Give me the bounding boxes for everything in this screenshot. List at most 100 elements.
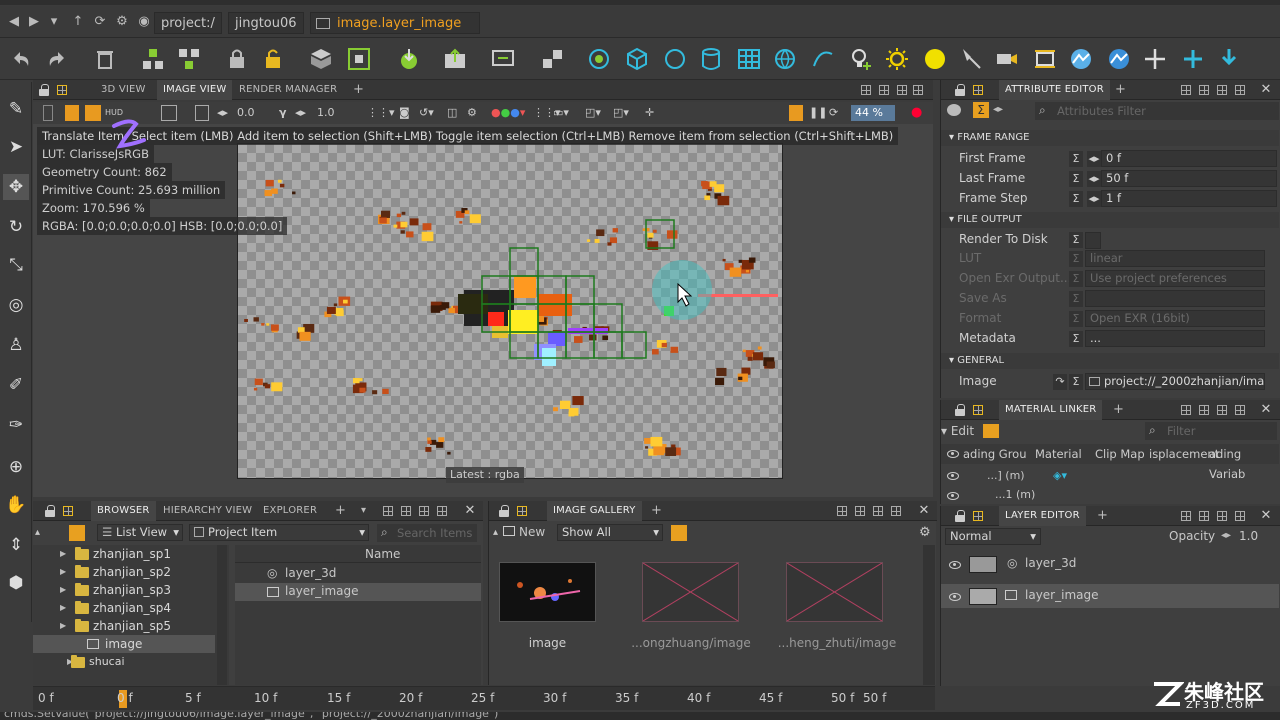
layer-row[interactable]: ◎ layer_3d bbox=[941, 552, 1279, 576]
undo-icon[interactable] bbox=[6, 44, 36, 74]
context-icon[interactable] bbox=[306, 44, 336, 74]
sigma-icon[interactable]: Σ bbox=[1069, 171, 1083, 187]
expand-icon[interactable]: ▶ bbox=[60, 563, 66, 581]
back-icon[interactable]: ◀ bbox=[6, 14, 22, 30]
layout-icon[interactable] bbox=[1217, 405, 1227, 415]
tab-image-view[interactable]: IMAGE VIEW bbox=[157, 80, 233, 100]
tree-item[interactable]: ▶ zhanjian_sp1 bbox=[60, 545, 171, 563]
spot-light-icon[interactable] bbox=[956, 44, 986, 74]
add-tab-button[interactable]: + bbox=[329, 501, 352, 521]
lock-icon[interactable] bbox=[499, 505, 509, 517]
refresh-icon[interactable]: ⟳ bbox=[92, 14, 108, 30]
panel-menu-icon[interactable] bbox=[973, 511, 983, 521]
isolate-icon[interactable] bbox=[344, 44, 374, 74]
filter-arrows-icon[interactable]: ◂▸ bbox=[993, 104, 1003, 115]
list-header[interactable]: Name bbox=[235, 545, 481, 563]
tab-layer-editor[interactable]: LAYER EDITOR bbox=[999, 506, 1086, 526]
comment-icon[interactable] bbox=[947, 104, 961, 116]
brush-tool-icon[interactable]: ✐ bbox=[3, 372, 29, 398]
point-light-icon[interactable] bbox=[920, 44, 950, 74]
preview-icon[interactable] bbox=[85, 105, 101, 121]
close-icon[interactable]: ✕ bbox=[463, 503, 477, 519]
close-icon[interactable]: ✕ bbox=[1259, 82, 1273, 98]
maximize-icon[interactable] bbox=[437, 506, 447, 516]
display-icon[interactable] bbox=[161, 105, 177, 121]
arrows-icon[interactable]: ◂▸ bbox=[1087, 191, 1101, 207]
polygon-tool-icon[interactable]: ⬢ bbox=[3, 570, 29, 596]
panel-menu-icon[interactable] bbox=[517, 506, 527, 516]
sigma-icon[interactable]: Σ bbox=[1069, 232, 1083, 248]
cylinder-icon[interactable] bbox=[696, 44, 726, 74]
download-icon[interactable] bbox=[1214, 44, 1244, 74]
exposure-arrows-icon[interactable]: ◂▸ bbox=[217, 105, 228, 121]
material-icon[interactable]: ◈▾ bbox=[1053, 466, 1067, 486]
globe-icon[interactable] bbox=[770, 44, 800, 74]
eye-icon[interactable] bbox=[949, 593, 961, 601]
tree-item[interactable]: ▶ zhanjian_sp2 bbox=[60, 563, 171, 581]
comment-icon[interactable] bbox=[488, 44, 518, 74]
layout-icon[interactable] bbox=[1199, 405, 1209, 415]
scatter-icon[interactable] bbox=[1030, 44, 1060, 74]
tab-3d-view[interactable]: 3D VIEW bbox=[95, 80, 152, 100]
tab-attribute-editor[interactable]: ATTRIBUTE EDITOR bbox=[999, 80, 1110, 100]
scrollbar[interactable] bbox=[217, 545, 227, 685]
maximize-icon[interactable] bbox=[891, 506, 901, 516]
up-icon[interactable]: ▴ bbox=[493, 527, 498, 538]
color-channel-icon[interactable]: ●●●▾ bbox=[491, 105, 525, 121]
maximize-icon[interactable] bbox=[1235, 511, 1245, 521]
layout-icon[interactable] bbox=[419, 506, 429, 516]
tree-item[interactable]: ▶shucai bbox=[67, 653, 125, 671]
checker-icon[interactable] bbox=[65, 105, 79, 121]
section-frame-range[interactable]: ▾ FRAME RANGE bbox=[941, 130, 1279, 146]
metadata-field[interactable]: ... bbox=[1085, 330, 1265, 347]
add-tab-button[interactable]: + bbox=[347, 80, 370, 100]
sigma-icon[interactable]: Σ bbox=[1069, 251, 1083, 267]
environment-icon[interactable] bbox=[1066, 44, 1096, 74]
lock-icon[interactable] bbox=[43, 105, 53, 121]
layout-icon[interactable] bbox=[873, 506, 883, 516]
ungroup-icon[interactable] bbox=[174, 44, 204, 74]
tab-explorer[interactable]: EXPLORER bbox=[257, 501, 323, 521]
layout-icon[interactable] bbox=[861, 85, 871, 95]
stamp-tool-icon[interactable]: ♙ bbox=[3, 332, 29, 358]
pen-tool-icon[interactable]: ✎ bbox=[3, 96, 29, 122]
timeline[interactable]: 0 f 0 f 5 f 10 f 15 f 20 f 25 f 30 f 35 … bbox=[33, 686, 935, 710]
settings-icon[interactable]: ⚙ bbox=[919, 525, 931, 540]
compare-icon[interactable]: ◫ bbox=[447, 105, 457, 121]
pause-icon[interactable]: ❚❚ bbox=[809, 105, 827, 121]
snapshot-icon[interactable]: ◙ bbox=[399, 105, 410, 121]
panel-menu-icon[interactable] bbox=[57, 85, 67, 95]
path-segment[interactable]: project:/ bbox=[154, 12, 222, 34]
save-as-field[interactable] bbox=[1085, 290, 1265, 307]
layout-icon[interactable] bbox=[837, 506, 847, 516]
column-header[interactable]: ading Grou bbox=[963, 444, 1027, 464]
zoom-field[interactable]: 44 % bbox=[851, 105, 895, 121]
item-type-select[interactable]: Project Item ▾ bbox=[189, 524, 369, 541]
unlock-icon[interactable] bbox=[258, 44, 288, 74]
layout-icon[interactable] bbox=[383, 506, 393, 516]
gamma-arrows-icon[interactable]: ◂▸ bbox=[295, 105, 306, 121]
shading-icon[interactable] bbox=[584, 44, 614, 74]
up-icon[interactable]: ▴ bbox=[35, 527, 40, 538]
section-general[interactable]: ▾ GENERAL bbox=[941, 353, 1279, 369]
render-to-disk-checkbox[interactable] bbox=[1085, 232, 1101, 249]
arrows-icon[interactable]: ◂▸ bbox=[1221, 530, 1231, 541]
tree-item[interactable]: ▶ zhanjian_sp4 bbox=[60, 599, 171, 617]
close-icon[interactable]: ✕ bbox=[1259, 402, 1273, 418]
sigma-icon[interactable]: Σ bbox=[1069, 291, 1083, 307]
close-icon[interactable]: ✕ bbox=[917, 503, 931, 519]
layout-icon[interactable] bbox=[879, 85, 889, 95]
measure-tool-icon[interactable]: ⇕ bbox=[3, 532, 29, 558]
add-tab-button[interactable]: + bbox=[645, 501, 668, 521]
exposure-value[interactable]: 0.0 bbox=[237, 105, 255, 121]
tree-item[interactable]: image bbox=[87, 635, 142, 653]
move-icon[interactable] bbox=[1140, 44, 1170, 74]
grid-icon[interactable] bbox=[734, 44, 764, 74]
view-mode-select[interactable]: ☰ List View ▾ bbox=[97, 524, 183, 541]
chevron-down-icon[interactable]: ▾ bbox=[355, 501, 372, 521]
gamma-icon[interactable]: γ bbox=[279, 105, 287, 121]
translate-tool-icon[interactable]: ✥ bbox=[3, 174, 29, 200]
lock-icon[interactable] bbox=[955, 84, 965, 96]
tree-item[interactable]: ▶ zhanjian_sp3 bbox=[60, 581, 171, 599]
gamma-value[interactable]: 1.0 bbox=[317, 105, 335, 121]
